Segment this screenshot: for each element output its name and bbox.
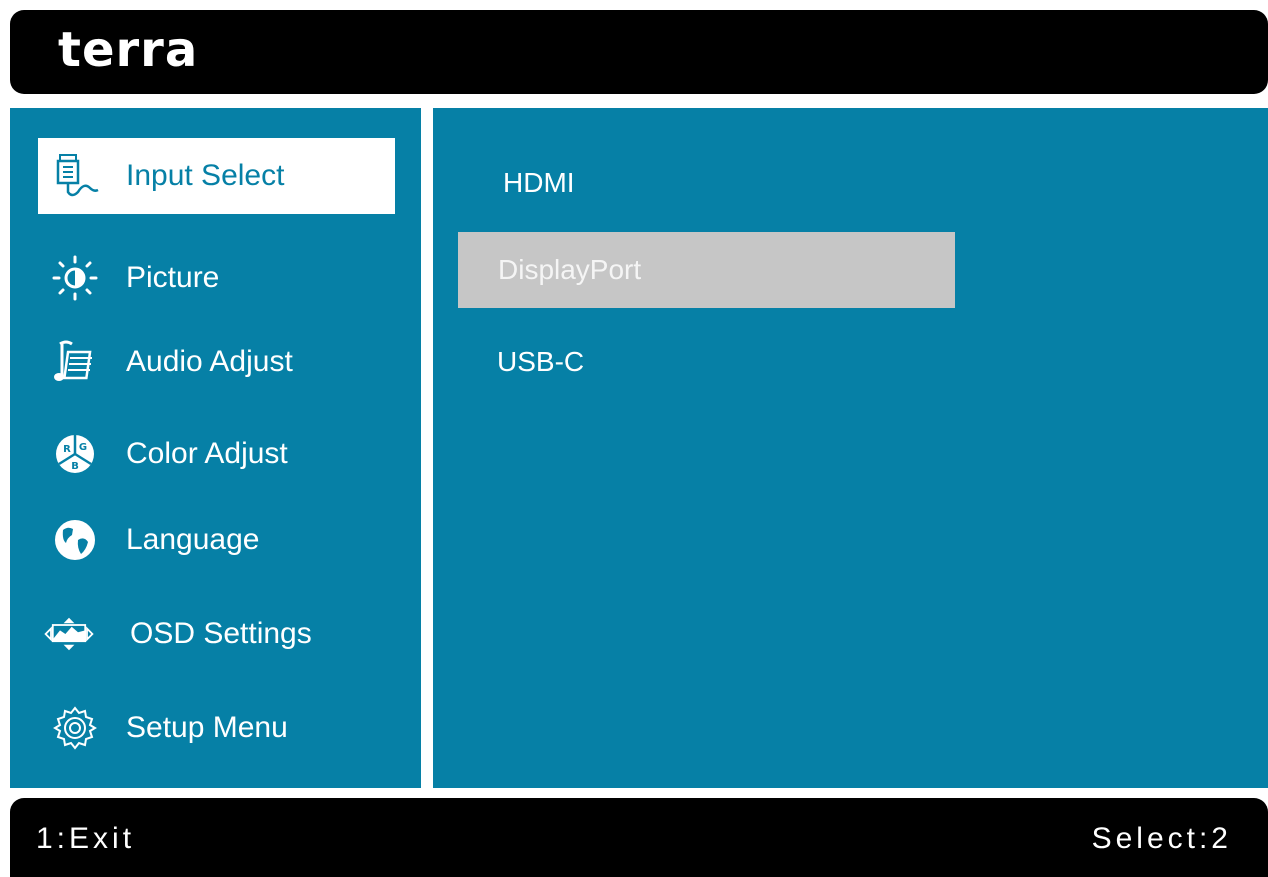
input-options-panel: HDMI DisplayPort USB-C: [433, 108, 1268, 788]
svg-text:B: B: [71, 461, 79, 472]
sidebar-item-label: Audio Adjust: [126, 345, 293, 378]
sidebar-menu: Input Select Picture Audio Adjust R G B …: [10, 108, 421, 788]
input-cable-icon: [48, 152, 102, 200]
sidebar-item-color-adjust[interactable]: R G B Color Adjust: [38, 416, 395, 492]
svg-text:R: R: [63, 444, 71, 455]
sidebar-item-setup-menu[interactable]: Setup Menu: [38, 690, 395, 766]
header-bar: terra: [10, 10, 1268, 94]
brightness-icon: [48, 254, 102, 302]
music-notes-icon: [48, 338, 102, 386]
footer-bar: 1:Exit Select:2: [10, 798, 1268, 877]
gear-icon: [48, 704, 102, 752]
sidebar-item-label: Language: [126, 523, 260, 556]
sidebar-item-audio-adjust[interactable]: Audio Adjust: [38, 324, 395, 400]
sidebar-item-picture[interactable]: Picture: [38, 240, 395, 316]
svg-text:G: G: [79, 442, 87, 453]
rgb-color-icon: R G B: [48, 430, 102, 478]
osd-move-icon: [42, 610, 96, 658]
sidebar-item-label: Input Select: [126, 159, 285, 192]
select-hint: Select:2: [1091, 822, 1232, 855]
sidebar-item-label: Setup Menu: [126, 711, 288, 744]
sidebar-item-label: Color Adjust: [126, 437, 288, 470]
sidebar-item-input-select[interactable]: Input Select: [38, 138, 395, 214]
option-hdmi[interactable]: HDMI: [503, 145, 575, 221]
option-usb-c[interactable]: USB-C: [497, 324, 584, 400]
sidebar-item-label: Picture: [126, 261, 220, 294]
exit-hint: 1:Exit: [36, 822, 136, 855]
sidebar-item-language[interactable]: Language: [38, 502, 395, 578]
globe-icon: [48, 516, 102, 564]
brand-logo: terra: [58, 22, 199, 78]
sidebar-item-label: OSD Settings: [130, 617, 312, 650]
sidebar-item-osd-settings[interactable]: OSD Settings: [38, 596, 395, 672]
option-displayport[interactable]: DisplayPort: [458, 232, 955, 308]
